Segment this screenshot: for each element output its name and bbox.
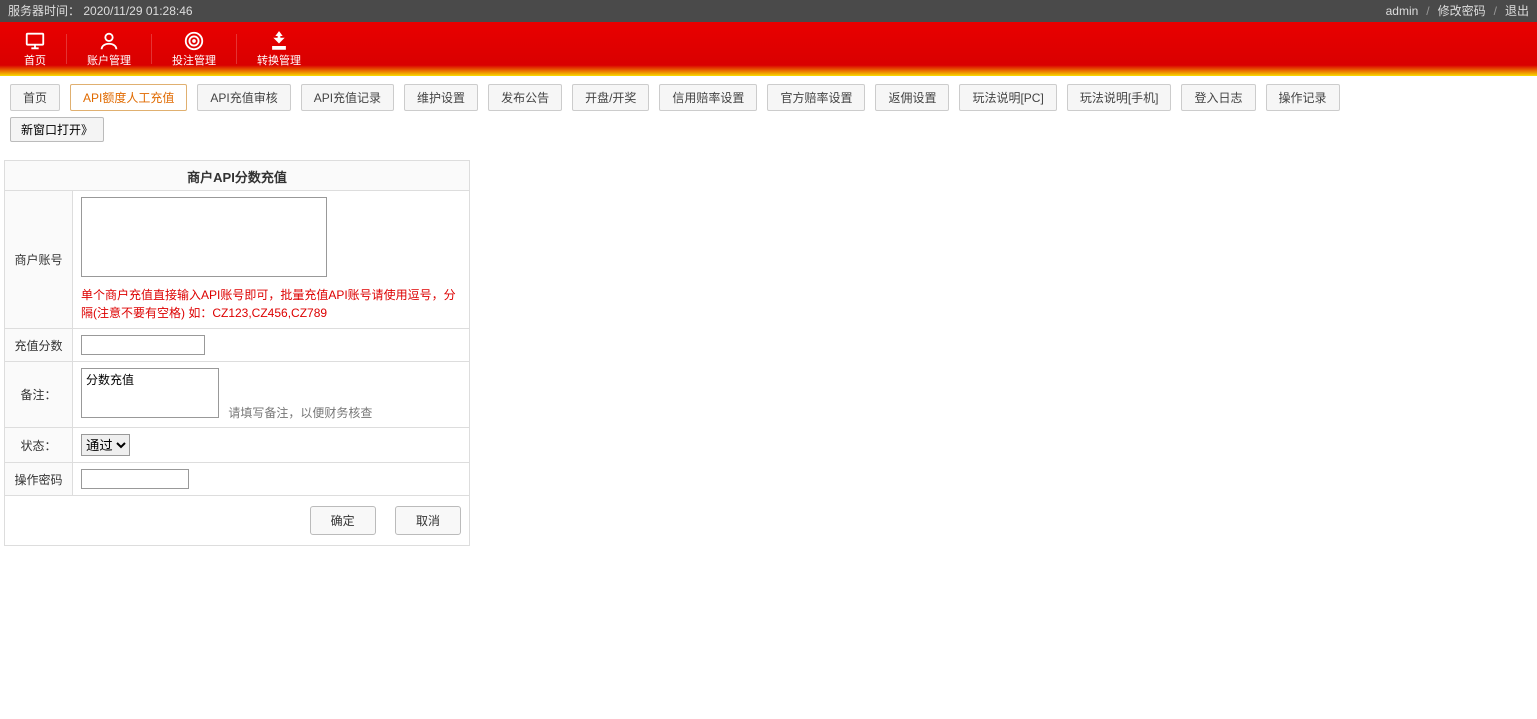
logout-link[interactable]: 退出 [1505,0,1529,22]
account-hint: 单个商户充值直接输入API账号即可，批量充值API账号请使用逗号，分隔(注意不要… [81,286,461,322]
tab-howto-pc[interactable]: 玩法说明[PC] [959,84,1056,111]
status-cell: 通过 [73,428,470,463]
target-icon [183,30,205,52]
tab-howto-mobile[interactable]: 玩法说明[手机] [1067,84,1172,111]
oppwd-label: 操作密码 [5,463,73,496]
tab-api-manual-recharge[interactable]: API额度人工充值 [70,84,187,111]
form-table: 商户账号 单个商户充值直接输入API账号即可，批量充值API账号请使用逗号，分隔… [4,190,470,496]
remark-label: 备注： [5,362,73,428]
nav-divider [66,34,67,64]
sub-row: 新窗口打开》 [0,117,1537,150]
nav-divider [236,34,237,64]
tab-maintenance[interactable]: 维护设置 [404,84,478,111]
server-time-label: 服务器时间： [8,4,80,18]
monitor-icon [24,30,46,52]
cancel-button[interactable]: 取消 [395,506,461,535]
operation-password-input[interactable] [81,469,189,489]
tab-credit-odds[interactable]: 信用赔率设置 [659,84,757,111]
nav-label: 投注管理 [172,52,216,68]
main-nav: 首页 账户管理 投注管理 转换管理 [0,22,1537,76]
nav-divider [151,34,152,64]
tab-api-recharge-review[interactable]: API充值审核 [197,84,290,111]
form-buttons: 确定 取消 [4,496,470,546]
score-label: 充值分数 [5,329,73,362]
tab-api-recharge-log[interactable]: API充值记录 [301,84,394,111]
nav-label: 账户管理 [87,52,131,68]
tab-open-draw[interactable]: 开盘/开奖 [572,84,649,111]
nav-label: 首页 [24,52,46,68]
server-time-value: 2020/11/29 01:28:46 [83,4,192,18]
account-cell: 单个商户充值直接输入API账号即可，批量充值API账号请使用逗号，分隔(注意不要… [73,191,470,329]
separator: / [1494,0,1497,22]
sub-tabs: 首页 API额度人工充值 API充值审核 API充值记录 维护设置 发布公告 开… [0,76,1537,117]
user-link[interactable]: admin [1386,0,1419,22]
account-input[interactable] [81,197,327,277]
nav-label: 转换管理 [257,52,301,68]
account-label: 商户账号 [5,191,73,329]
ok-button[interactable]: 确定 [310,506,376,535]
money-icon [268,30,290,52]
nav-home[interactable]: 首页 [10,26,60,72]
open-new-window-button[interactable]: 新窗口打开》 [10,117,104,142]
score-cell [73,329,470,362]
status-label: 状态： [5,428,73,463]
remark-cell: 请填写备注，以便财务核查 [73,362,470,428]
nav-bets[interactable]: 投注管理 [158,26,230,72]
nav-accounts[interactable]: 账户管理 [73,26,145,72]
tab-login-log[interactable]: 登入日志 [1181,84,1255,111]
top-status-bar: 服务器时间： 2020/11/29 01:28:46 admin / 修改密码 … [0,0,1537,22]
tab-announce[interactable]: 发布公告 [488,84,562,111]
nav-transfer[interactable]: 转换管理 [243,26,315,72]
score-input[interactable] [81,335,205,355]
tab-official-odds[interactable]: 官方赔率设置 [767,84,865,111]
oppwd-cell [73,463,470,496]
remark-hint: 请填写备注，以便财务核查 [228,406,372,420]
tab-op-log[interactable]: 操作记录 [1266,84,1340,111]
tab-rebate[interactable]: 返佣设置 [875,84,949,111]
tab-home[interactable]: 首页 [10,84,60,111]
remark-input[interactable] [81,368,219,418]
server-time: 服务器时间： 2020/11/29 01:28:46 [8,0,193,22]
separator: / [1426,0,1429,22]
change-password-link[interactable]: 修改密码 [1438,0,1486,22]
form-title: 商户API分数充值 [4,160,470,190]
top-right-links: admin / 修改密码 / 退出 [1386,0,1529,22]
status-select[interactable]: 通过 [81,434,130,456]
user-icon [98,30,120,52]
recharge-form: 商户API分数充值 商户账号 单个商户充值直接输入API账号即可，批量充值API… [4,160,470,546]
